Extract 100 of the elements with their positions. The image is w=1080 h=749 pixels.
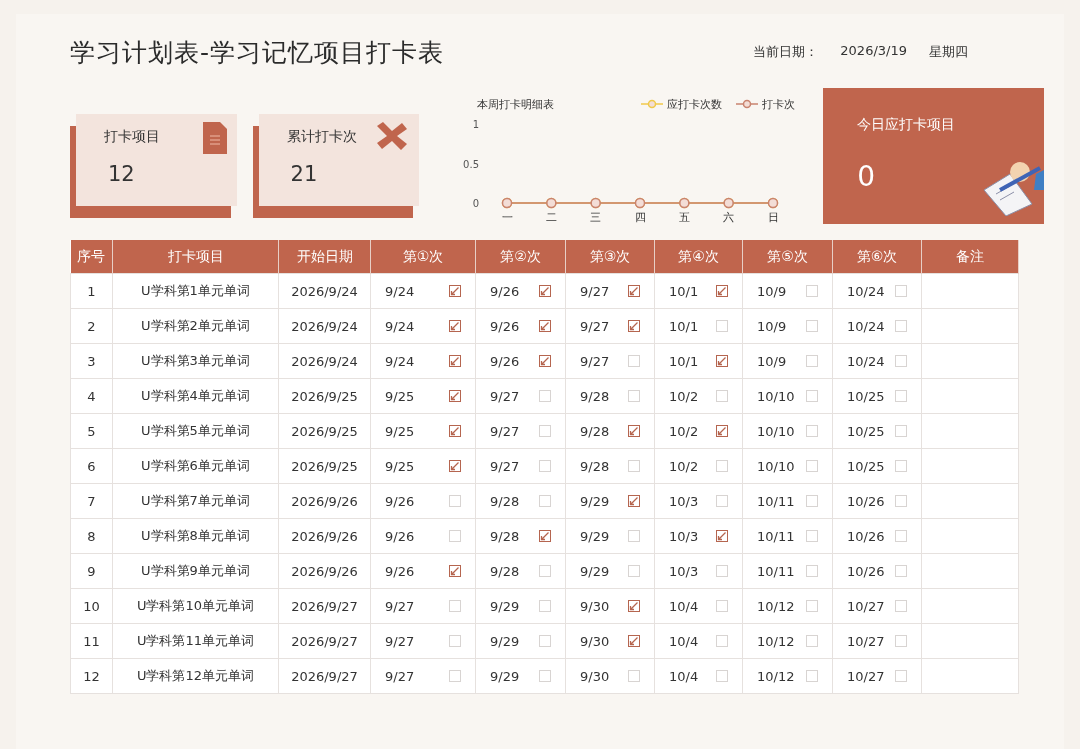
table-cell: 9 — [70, 553, 113, 589]
table-cell: 2 — [70, 308, 113, 344]
date-text: 9/29 — [580, 493, 610, 509]
axis-label: 四 — [634, 211, 646, 224]
checkbox[interactable] — [628, 600, 640, 612]
table-cell: 1 — [70, 273, 113, 309]
date-text: 9/29 — [490, 668, 520, 684]
checkbox[interactable] — [539, 355, 551, 367]
date-text: 9/27 — [385, 668, 415, 684]
data-point — [679, 197, 690, 209]
checkbox[interactable] — [539, 320, 551, 332]
date-text: 10/4 — [669, 598, 699, 614]
date-text: 9/26 — [385, 528, 415, 544]
cross-icon — [375, 122, 410, 150]
date-text: 10/9 — [757, 318, 787, 334]
axis-label: 三 — [590, 211, 602, 224]
date-text: 10/11 — [757, 528, 795, 544]
table-cell: 2026/9/25 — [278, 378, 371, 414]
data-point — [501, 197, 513, 209]
checkbox[interactable] — [628, 425, 640, 437]
checkbox[interactable] — [716, 285, 728, 297]
table-cell: 5 — [70, 413, 113, 449]
date-text: 9/26 — [385, 493, 415, 509]
date-text: 10/4 — [669, 633, 699, 649]
date-text: 9/30 — [580, 633, 610, 649]
checkbox[interactable] — [628, 635, 640, 647]
table-cell: U学科第12单元单词 — [112, 658, 279, 694]
table-cell: U学科第3单元单词 — [112, 343, 279, 379]
checkbox[interactable] — [539, 285, 551, 297]
column-header: 第③次 — [565, 240, 655, 274]
date-text: 10/12 — [757, 633, 795, 649]
table-cell: 2026/9/24 — [278, 308, 371, 344]
checkbox[interactable] — [449, 355, 461, 367]
checkbox[interactable] — [449, 460, 461, 472]
checkbox[interactable] — [716, 530, 728, 542]
date-text: 9/24 — [385, 283, 415, 299]
table-cell: U学科第11单元单词 — [112, 623, 279, 659]
stat-value: 12 — [107, 162, 135, 186]
date-text: 10/2 — [669, 458, 699, 474]
date-text: 9/27 — [385, 598, 415, 614]
table-cell: 2026/9/26 — [278, 518, 371, 554]
legend-marker — [640, 99, 664, 109]
checkbox[interactable] — [539, 530, 551, 542]
data-point — [767, 197, 779, 209]
table-cell: 2026/9/27 — [278, 588, 371, 624]
checkbox[interactable] — [628, 285, 640, 297]
date-text: 9/29 — [490, 633, 520, 649]
date-text: 10/2 — [669, 388, 699, 404]
table-cell: 11 — [70, 623, 113, 659]
checkbox[interactable] — [449, 425, 461, 437]
table-cell: 6 — [70, 448, 113, 484]
table-cell: 2026/9/27 — [278, 658, 371, 694]
date-text: 10/9 — [757, 353, 787, 369]
date-text: 9/26 — [490, 283, 520, 299]
axis-label: 日 — [767, 211, 779, 224]
axis-label: 1 — [472, 119, 480, 130]
date-text: 10/1 — [669, 318, 699, 334]
date-text: 9/25 — [385, 388, 415, 404]
column-header: 备注 — [921, 240, 1019, 274]
date-text: 9/24 — [385, 318, 415, 334]
date-text: 10/10 — [757, 423, 795, 439]
stat-label: 打卡项目 — [104, 128, 160, 146]
date-text: 9/28 — [490, 563, 520, 579]
checkbox[interactable] — [628, 320, 640, 332]
date-text: 10/3 — [669, 563, 699, 579]
table-cell: 2026/9/26 — [278, 553, 371, 589]
date-text: 10/26 — [847, 563, 885, 579]
date-text: 9/28 — [490, 528, 520, 544]
date-text: 10/3 — [669, 528, 699, 544]
checkbox[interactable] — [716, 425, 728, 437]
table-cell: 4 — [70, 378, 113, 414]
legend-marker — [735, 99, 759, 109]
axis-label: 0 — [472, 198, 480, 209]
date-text: 10/25 — [847, 388, 885, 404]
date-text: 10/24 — [847, 353, 885, 369]
date-text: 9/26 — [490, 318, 520, 334]
document-icon — [202, 122, 227, 154]
date-text: 9/24 — [385, 353, 415, 369]
checkbox[interactable] — [449, 565, 461, 577]
legend-label: 应打卡次数 — [667, 98, 723, 111]
date-text: 9/27 — [580, 353, 610, 369]
checkbox[interactable] — [716, 355, 728, 367]
date-value: 2026/3/19 — [840, 43, 907, 60]
checkbox[interactable] — [449, 285, 461, 297]
page-title: 学习计划表-学习记忆项目打卡表 — [70, 36, 445, 69]
table-cell: U学科第8单元单词 — [112, 518, 279, 554]
checkbox[interactable] — [449, 390, 461, 402]
stat-value: 21 — [289, 162, 318, 186]
data-point — [723, 197, 735, 209]
today-label: 今日应打卡项目 — [857, 116, 956, 134]
today-value: 0 — [857, 160, 875, 193]
date-text: 9/28 — [490, 493, 520, 509]
checkbox[interactable] — [449, 320, 461, 332]
date-text: 9/26 — [385, 563, 415, 579]
date-text: 9/27 — [385, 633, 415, 649]
date-text: 10/9 — [757, 283, 787, 299]
table-cell: 3 — [70, 343, 113, 379]
table-cell: 8 — [70, 518, 113, 554]
checkbox[interactable] — [628, 495, 640, 507]
date-text: 10/10 — [757, 388, 795, 404]
